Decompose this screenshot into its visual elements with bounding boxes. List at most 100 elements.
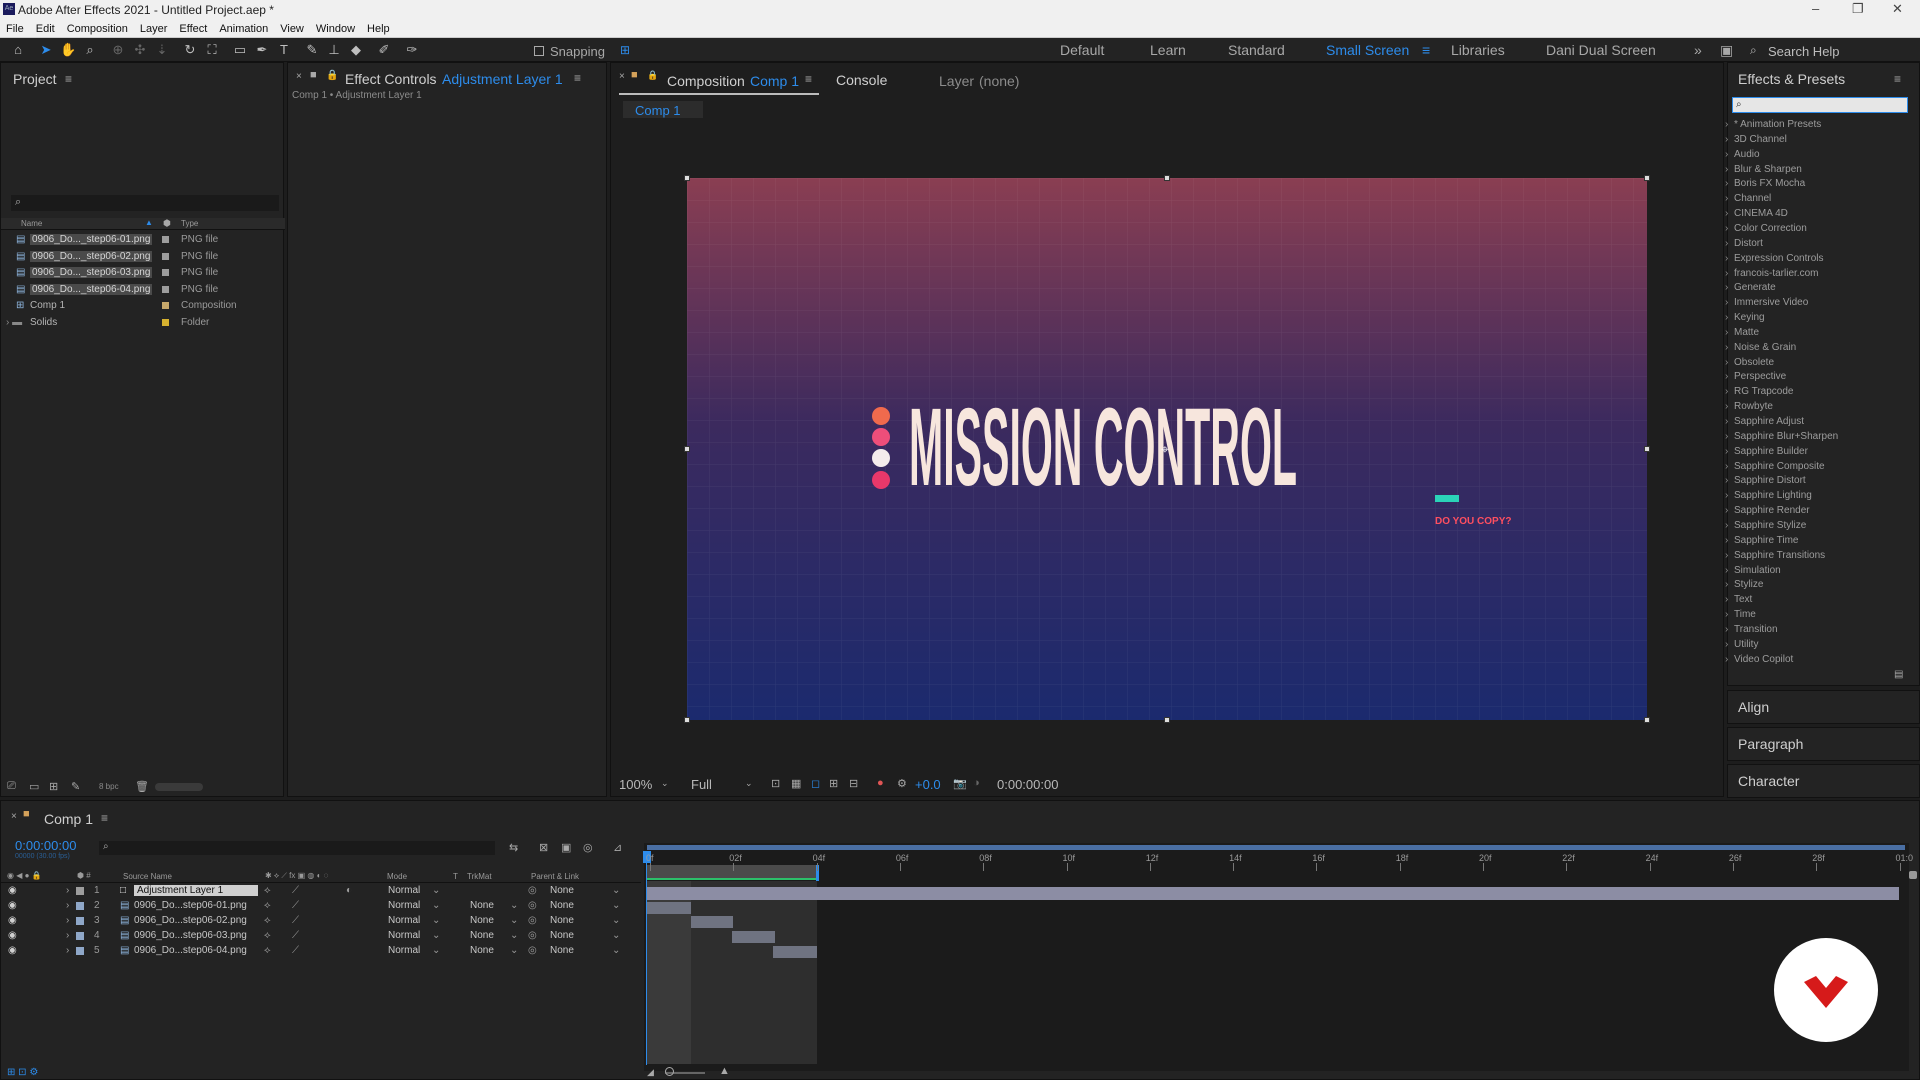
effects-category-item[interactable]: Simulation — [1725, 565, 1781, 576]
effects-category-item[interactable]: Sapphire Time — [1725, 535, 1799, 546]
mode-dropdown[interactable]: Normal — [388, 900, 420, 911]
project-item-name[interactable]: 0906_Do..._step06-03.png — [30, 267, 152, 278]
column-type[interactable]: Type — [181, 219, 198, 228]
effects-category-item[interactable]: Stylize — [1725, 579, 1764, 590]
transform-handle-tl[interactable] — [684, 175, 690, 181]
lock-icon[interactable]: 🔒 — [326, 70, 338, 81]
effects-category-item[interactable]: Sapphire Distort — [1725, 475, 1806, 486]
transform-handle-bl[interactable] — [684, 717, 690, 723]
timeline-title[interactable]: Comp 1 — [44, 811, 93, 827]
maximize-button[interactable]: ❐ — [1852, 1, 1864, 17]
adjust-project-icon[interactable]: ✎ — [71, 780, 80, 793]
effects-category-item[interactable]: Distort — [1725, 238, 1763, 249]
layer-name[interactable]: 0906_Do...step06-03.png — [134, 930, 247, 941]
console-tab[interactable]: Console — [836, 72, 887, 88]
menu-help[interactable]: Help — [365, 23, 392, 35]
parent-dropdown[interactable]: None — [550, 945, 574, 956]
transform-handle-mr[interactable] — [1644, 446, 1650, 452]
eraser-tool-icon[interactable]: ◆ — [348, 42, 364, 58]
transform-handle-tc[interactable] — [1164, 175, 1170, 181]
workspace-standard[interactable]: Standard — [1228, 42, 1285, 58]
timeline-track-area[interactable] — [644, 843, 1909, 1071]
zoom-tool-icon[interactable]: ⌕ — [82, 42, 98, 58]
trkmat-dropdown[interactable]: None — [470, 945, 494, 956]
parent-link-header[interactable]: Parent & Link — [531, 872, 579, 881]
label-color-swatch[interactable] — [162, 252, 169, 260]
clone-stamp-icon[interactable]: ⊥ — [326, 42, 342, 58]
pickwhip-icon[interactable]: ◎ — [528, 945, 537, 956]
layer-tab[interactable]: Layer — [939, 73, 974, 89]
timeline-close-icon[interactable]: × — [11, 811, 17, 822]
character-panel-title[interactable]: Character — [1738, 773, 1799, 789]
mask-visibility-icon[interactable]: ◻ — [811, 777, 820, 790]
effects-category-item[interactable]: Sapphire Adjust — [1725, 416, 1804, 427]
effects-category-item[interactable]: Audio — [1725, 149, 1759, 160]
layer-bar-step06-02[interactable] — [691, 916, 733, 928]
project-item-name[interactable]: Solids — [30, 317, 57, 328]
effects-search-input[interactable]: ⌕ — [1732, 97, 1908, 113]
menu-effect[interactable]: Effect — [177, 23, 209, 35]
puppet-pin-icon[interactable]: ✑ — [404, 42, 420, 58]
menu-layer[interactable]: Layer — [138, 23, 170, 35]
viewer-timecode[interactable]: 0:00:00:00 — [997, 777, 1058, 792]
work-area-bar[interactable] — [647, 845, 1905, 850]
composition-lock-icon[interactable]: 🔒 — [647, 70, 658, 81]
workspace-dani-dual-screen[interactable]: Dani Dual Screen — [1546, 42, 1656, 58]
mode-dropdown[interactable]: Normal — [388, 885, 420, 896]
effects-category-item[interactable]: Boris FX Mocha — [1725, 178, 1805, 189]
visibility-eye-icon[interactable]: ◉ — [8, 915, 17, 926]
menu-edit[interactable]: Edit — [34, 23, 57, 35]
transform-handle-bc[interactable] — [1164, 717, 1170, 723]
workspace-small-screen[interactable]: Small Screen — [1326, 42, 1409, 58]
project-item-name[interactable]: Comp 1 — [30, 300, 65, 311]
label-color-swatch[interactable] — [162, 285, 169, 293]
hand-tool-icon[interactable]: ✋ — [60, 42, 76, 58]
shy-layers-icon[interactable]: ▣ — [561, 841, 571, 854]
layer-label-swatch[interactable] — [76, 902, 84, 910]
effects-category-item[interactable]: Perspective — [1725, 371, 1786, 382]
visibility-eye-icon[interactable]: ◉ — [8, 900, 17, 911]
zoom-slider-knob[interactable] — [665, 1067, 674, 1076]
region-of-interest-icon[interactable]: ⊡ — [771, 777, 780, 790]
effects-category-item[interactable]: RG Trapcode — [1725, 386, 1794, 397]
quality-switch-icon[interactable]: ⟋ — [292, 885, 299, 896]
label-color-swatch[interactable] — [162, 236, 169, 243]
channel-icon[interactable]: ⊟ — [849, 777, 858, 790]
timeline-search-input[interactable]: ⌕ — [99, 841, 495, 855]
workspace-default[interactable]: Default — [1060, 42, 1104, 58]
layer-bar-step06-01[interactable] — [647, 902, 691, 914]
menu-animation[interactable]: Animation — [217, 23, 270, 35]
project-item-name[interactable]: 0906_Do..._step06-04.png — [30, 283, 152, 295]
mode-dropdown[interactable]: Normal — [388, 915, 420, 926]
composition-menu-icon[interactable]: ≡ — [805, 72, 812, 86]
layer-name[interactable]: 0906_Do...step06-01.png — [134, 900, 247, 911]
color-channels-icon[interactable]: ● — [877, 777, 884, 789]
effects-category-item[interactable]: Rowbyte — [1725, 401, 1773, 412]
draft-3d-icon[interactable]: ⊠ — [539, 841, 548, 854]
effects-category-item[interactable]: Blur & Sharpen — [1725, 164, 1802, 175]
shy-switch-icon[interactable]: ⟡ — [264, 885, 271, 896]
transparency-grid-icon[interactable]: ▦ — [791, 777, 801, 790]
effects-category-item[interactable]: Sapphire Transitions — [1725, 550, 1825, 561]
pen-tool-icon[interactable]: ✒ — [254, 42, 270, 58]
selection-tool-icon[interactable]: ➤ — [38, 42, 54, 58]
composition-close-icon[interactable]: × — [619, 71, 625, 82]
layer-name[interactable]: 0906_Do...step06-02.png — [134, 915, 247, 926]
effects-category-item[interactable]: Channel — [1725, 193, 1771, 204]
layer-label-swatch[interactable] — [76, 917, 84, 925]
effects-category-item[interactable]: Color Correction — [1725, 223, 1807, 234]
rectangle-tool-icon[interactable]: ▭ — [232, 42, 248, 58]
zoom-in-icon[interactable]: ▲ — [719, 1065, 730, 1077]
menu-window[interactable]: Window — [314, 23, 357, 35]
comp-nav-tab[interactable]: Comp 1 — [623, 101, 703, 118]
workspace-overflow-icon[interactable]: » — [1694, 42, 1702, 58]
quality-switch-icon[interactable]: ⟋ — [292, 930, 299, 941]
effects-category-item[interactable]: Generate — [1725, 282, 1776, 293]
effects-category-item[interactable]: CINEMA 4D — [1725, 208, 1788, 219]
effects-category-item[interactable]: Text — [1725, 594, 1753, 605]
trkmat-dropdown[interactable]: None — [470, 915, 494, 926]
roto-brush-icon[interactable]: ✐ — [376, 42, 392, 58]
layer-name[interactable]: 0906_Do...step06-04.png — [134, 945, 247, 956]
parent-dropdown[interactable]: None — [550, 885, 574, 896]
composition-name[interactable]: Comp 1 — [750, 73, 799, 89]
